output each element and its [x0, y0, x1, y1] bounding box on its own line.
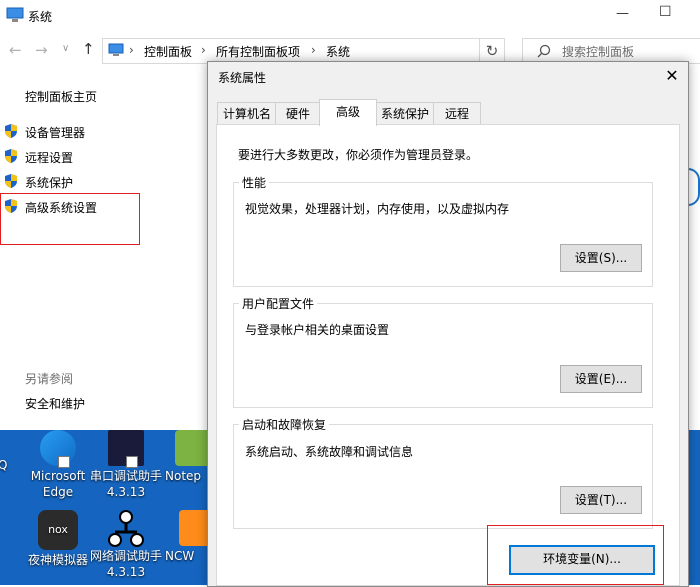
- see-also-heading: 另请参阅: [25, 372, 74, 386]
- breadcrumb-separator: ›: [201, 43, 206, 57]
- computer-icon: [108, 43, 124, 56]
- title-bar: 系统 — ☐: [0, 0, 700, 32]
- group-description: 视觉效果，处理器计划，内存使用，以及虚拟内存: [245, 202, 510, 216]
- breadcrumb-separator: ›: [129, 43, 134, 57]
- desktop-icon-label: 串口调试助手 4.3.13: [89, 469, 162, 499]
- serial-assistant-icon: [108, 430, 144, 468]
- search-placeholder: 搜索控制面板: [562, 45, 635, 59]
- window-title: 系统: [28, 10, 53, 24]
- shield-icon: [5, 124, 17, 138]
- computer-icon: [6, 7, 24, 22]
- desktop-icon-net-assistant[interactable]: 网络调试助手 4.3.13: [87, 510, 165, 580]
- user-profiles-group: 用户配置文件 与登录帐户相关的桌面设置 设置(E)...: [233, 295, 653, 408]
- desktop-icon-label: 夜神模拟器: [27, 553, 88, 567]
- tab-advanced[interactable]: 高级: [319, 99, 377, 126]
- close-icon: ✕: [665, 66, 679, 85]
- startup-recovery-group: 启动和故障恢复 系统启动、系统故障和调试信息 设置(T)...: [233, 416, 653, 529]
- dialog-title: 系统属性: [218, 71, 267, 85]
- group-legend: 用户配置文件: [239, 295, 318, 312]
- windows-logo-fragment: [688, 168, 700, 206]
- startup-recovery-settings-button[interactable]: 设置(T)...: [560, 486, 642, 514]
- recent-locations-dropdown[interactable]: ∨: [62, 43, 69, 54]
- refresh-icon: ↻: [485, 42, 499, 60]
- nox-icon: nox: [38, 510, 78, 550]
- advanced-tab-panel: 要进行大多数更改，你必须作为管理员登录。 性能 视觉效果，处理器计划，内存使用，…: [216, 124, 680, 586]
- breadcrumb-all-items[interactable]: 所有控制面板项: [216, 43, 300, 60]
- close-button[interactable]: ✕: [660, 66, 684, 86]
- breadcrumb-control-panel[interactable]: 控制面板: [144, 43, 192, 60]
- tab-system-protection[interactable]: 系统保护: [375, 102, 435, 125]
- group-legend: 性能: [239, 174, 270, 191]
- forward-button[interactable]: →: [35, 41, 48, 59]
- breadcrumb-system[interactable]: 系统: [326, 43, 350, 60]
- user-profiles-settings-button[interactable]: 设置(E)...: [560, 365, 642, 393]
- performance-group: 性能 视觉效果，处理器计划，内存使用，以及虚拟内存 设置(S)...: [233, 174, 653, 287]
- minimize-button[interactable]: —: [616, 6, 629, 21]
- shield-icon: [5, 174, 17, 188]
- back-button[interactable]: ←: [9, 41, 22, 59]
- highlight-box: [487, 525, 664, 585]
- sidebar-item-system-protection[interactable]: 系统保护: [25, 174, 73, 191]
- admin-notice: 要进行大多数更改，你必须作为管理员登录。: [238, 148, 479, 162]
- sidebar-item-remote-settings[interactable]: 远程设置: [25, 149, 73, 166]
- tab-remote[interactable]: 远程: [433, 102, 481, 125]
- sidebar-home-link[interactable]: 控制面板主页: [25, 88, 97, 105]
- desktop-icon-label: Microsoft Edge: [30, 469, 86, 499]
- group-description: 与登录帐户相关的桌面设置: [245, 323, 390, 337]
- group-description: 系统启动、系统故障和调试信息: [245, 445, 414, 459]
- up-button[interactable]: ↑: [82, 40, 95, 58]
- edge-icon: [40, 430, 76, 468]
- maximize-button[interactable]: ☐: [659, 4, 672, 20]
- sidebar-item-device-manager[interactable]: 设备管理器: [25, 124, 85, 141]
- sidebar-item-security-maintenance[interactable]: 安全和维护: [25, 395, 85, 412]
- desktop-icon-edge[interactable]: Microsoft Edge: [19, 430, 97, 500]
- system-properties-dialog: 系统属性 ✕ 计算机名 硬件 高级 系统保护 远程 要进行大多数更改，你必须作为…: [207, 61, 689, 587]
- net-assistant-icon: [108, 510, 144, 547]
- search-icon: [537, 44, 551, 58]
- tab-hardware[interactable]: 硬件: [275, 102, 321, 125]
- desktop-icon-fragment: Q: [0, 458, 8, 472]
- shield-icon: [5, 149, 17, 163]
- desktop-icon-label: 网络调试助手 4.3.13: [89, 549, 162, 579]
- breadcrumb-separator: ›: [311, 43, 316, 57]
- group-legend: 启动和故障恢复: [239, 416, 330, 433]
- performance-settings-button[interactable]: 设置(S)...: [560, 244, 642, 272]
- highlight-box: [0, 193, 140, 245]
- notepad-icon: [175, 430, 211, 466]
- tab-computer-name[interactable]: 计算机名: [217, 102, 277, 125]
- desktop-icon-serial-assistant[interactable]: 串口调试助手 4.3.13: [87, 430, 165, 500]
- desktop-icon-nox[interactable]: nox 夜神模拟器: [19, 510, 97, 568]
